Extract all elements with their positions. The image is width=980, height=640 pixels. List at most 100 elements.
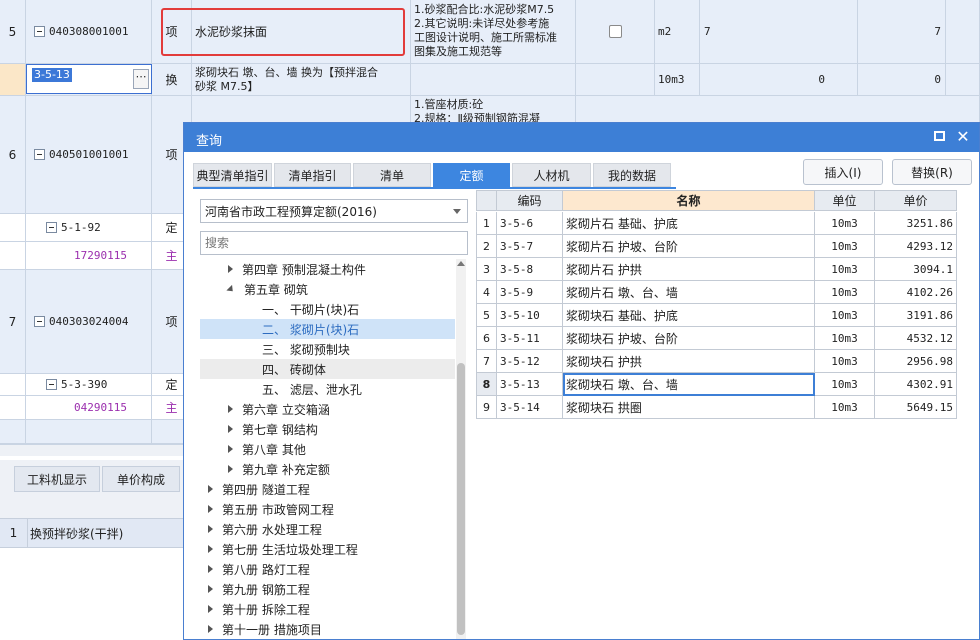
table-row[interactable]: 2 3-5-7 浆砌片石 护坡、台阶 10m3 4293.12	[476, 235, 957, 258]
table-row[interactable]: 5 3-5-10 浆砌块石 基础、护底 10m3 3191.86	[476, 304, 957, 327]
tree-node[interactable]: 一、 干砌片(块)石	[200, 299, 455, 319]
unit-cell[interactable]: 10m3	[815, 304, 875, 327]
tree-node[interactable]: 第十册 拆除工程	[200, 599, 455, 619]
close-icon[interactable]: ✕	[953, 126, 973, 148]
caret-right-icon[interactable]	[208, 625, 213, 633]
name-cell[interactable]: 浆砌块石 墩、台、墙 换为【预拌混合 砂浆 M7.5】	[192, 64, 411, 96]
caret-right-icon[interactable]	[208, 485, 213, 493]
quota-library-select[interactable]: 河南省市政工程预算定额(2016)	[200, 199, 468, 223]
search-input[interactable]	[200, 231, 468, 255]
tree-node[interactable]: 第四章 预制混凝土构件	[200, 259, 455, 279]
caret-right-icon[interactable]	[208, 585, 213, 593]
collapse-icon[interactable]	[46, 222, 57, 233]
tree-node[interactable]: 第八册 路灯工程	[200, 559, 455, 579]
caret-right-icon[interactable]	[208, 605, 213, 613]
features-cell[interactable]: 1.砂浆配合比:水泥砂浆M7.5 2.其它说明:未详尽处参考施 工图设计说明、施…	[411, 0, 576, 64]
caret-right-icon[interactable]	[208, 505, 213, 513]
code-cell[interactable]: 3-5-10	[497, 304, 563, 327]
tree-node[interactable]: 五、 滤层、泄水孔	[200, 379, 455, 399]
code-cell[interactable]: 5-1-92	[26, 214, 152, 242]
collapse-icon[interactable]	[34, 316, 45, 327]
bottom-row[interactable]: 1 换预拌砂浆(干拌)	[0, 518, 183, 548]
price-cell[interactable]: 3251.86	[875, 212, 957, 235]
tab-my-data[interactable]: 我的数据	[593, 163, 671, 187]
table-row[interactable]: 3 3-5-8 浆砌片石 护拱 10m3 3094.1	[476, 258, 957, 281]
tab-labor-material[interactable]: 工料机显示	[14, 466, 100, 492]
tab-typical-list-guide[interactable]: 典型清单指引	[193, 163, 272, 187]
tree-node[interactable]: 第七册 生活垃圾处理工程	[200, 539, 455, 559]
caret-right-icon[interactable]	[228, 265, 233, 273]
name-cell[interactable]: 浆砌块石 拱圈	[563, 396, 815, 419]
tree-node[interactable]: 第九册 钢筋工程	[200, 579, 455, 599]
price-cell[interactable]: 2956.98	[875, 350, 957, 373]
table-row[interactable]: 4 3-5-9 浆砌片石 墩、台、墙 10m3 4102.26	[476, 281, 957, 304]
code-cell[interactable]: 3-5-7	[497, 235, 563, 258]
price-cell[interactable]: 4302.91	[875, 373, 957, 396]
replace-button[interactable]: 替换(R)	[892, 159, 972, 185]
tree-node[interactable]: 第五章 砌筑	[200, 279, 455, 299]
checkbox[interactable]	[608, 25, 622, 38]
scroll-up-icon[interactable]	[457, 261, 465, 266]
unit-cell[interactable]: 10m3	[815, 235, 875, 258]
code-cell[interactable]: 040308001001	[26, 0, 152, 64]
scrollbar-thumb[interactable]	[457, 363, 465, 635]
caret-right-icon[interactable]	[208, 565, 213, 573]
collapse-icon[interactable]	[46, 379, 57, 390]
table-row[interactable]: 6 3-5-11 浆砌块石 护坡、台阶 10m3 4532.12	[476, 327, 957, 350]
price-cell[interactable]: 4532.12	[875, 327, 957, 350]
unit-cell[interactable]: 10m3	[815, 373, 875, 396]
caret-down-icon[interactable]	[226, 284, 236, 294]
code-cell[interactable]: 5-3-390	[26, 374, 152, 396]
header-price[interactable]: 单价	[875, 190, 957, 211]
code-cell[interactable]: 040303024004	[26, 270, 152, 374]
tab-labor-material-machine[interactable]: 人材机	[512, 163, 591, 187]
tree-node[interactable]: 第八章 其他	[200, 439, 455, 459]
price-cell[interactable]: 5649.15	[875, 396, 957, 419]
tree-node[interactable]: 第五册 市政管网工程	[200, 499, 455, 519]
tab-quota[interactable]: 定额	[433, 163, 510, 187]
price-cell[interactable]: 4102.26	[875, 281, 957, 304]
code-cell[interactable]	[26, 420, 152, 444]
unit-cell[interactable]: 10m3	[815, 327, 875, 350]
tree-node[interactable]: 第四册 隧道工程	[200, 479, 455, 499]
qty-cell[interactable]: 0	[700, 64, 858, 96]
unit-cell[interactable]: 10m3	[815, 281, 875, 304]
tree-node[interactable]: 三、 浆砌预制块	[200, 339, 455, 359]
name-cell[interactable]: 浆砌片石 护拱	[563, 258, 815, 281]
code-cell[interactable]: 04290115	[26, 396, 152, 420]
unit-cell[interactable]: 10m3	[815, 212, 875, 235]
maximize-icon[interactable]	[934, 131, 945, 141]
price-cell[interactable]: 4293.12	[875, 235, 957, 258]
caret-right-icon[interactable]	[228, 465, 233, 473]
tree-node[interactable]: 第七章 钢结构	[200, 419, 455, 439]
tree-node[interactable]: 四、 砖砌体	[200, 359, 455, 379]
code-cell[interactable]: 17290115	[26, 242, 152, 270]
collapse-icon[interactable]	[34, 149, 45, 160]
code-cell[interactable]: 3-5-13	[497, 373, 563, 396]
caret-right-icon[interactable]	[208, 545, 213, 553]
tab-list-guide[interactable]: 清单指引	[274, 163, 351, 187]
name-cell[interactable]: 浆砌片石 基础、护底	[563, 212, 815, 235]
browse-button[interactable]: ⋯	[133, 69, 149, 89]
unit-cell[interactable]: 10m3	[815, 350, 875, 373]
horizontal-scrollbar[interactable]	[0, 444, 183, 456]
tab-list[interactable]: 清单	[353, 163, 431, 187]
code-cell[interactable]: 3-5-8	[497, 258, 563, 281]
unit-cell[interactable]: 10m3	[815, 396, 875, 419]
caret-right-icon[interactable]	[208, 525, 213, 533]
qty-cell[interactable]: 7	[700, 0, 858, 64]
dialog-titlebar[interactable]: 查询 ✕	[184, 123, 979, 152]
insert-button[interactable]: 插入(I)	[803, 159, 883, 185]
tree-node[interactable]: 第六册 水处理工程	[200, 519, 455, 539]
unit-cell[interactable]: 10m3	[815, 258, 875, 281]
code-cell[interactable]: 3-5-11	[497, 327, 563, 350]
code-cell[interactable]: 3-5-6	[497, 212, 563, 235]
caret-right-icon[interactable]	[228, 445, 233, 453]
table-row[interactable]: 7 3-5-12 浆砌块石 护拱 10m3 2956.98	[476, 350, 957, 373]
code-cell[interactable]: 3-5-14	[497, 396, 563, 419]
code-cell[interactable]: 040501001001	[26, 96, 152, 214]
name-cell[interactable]: 浆砌块石 护拱	[563, 350, 815, 373]
code-cell[interactable]: 3-5-12	[497, 350, 563, 373]
collapse-icon[interactable]	[34, 26, 45, 37]
code-editor-input[interactable]: 3-5-13 ⋯	[26, 64, 152, 94]
